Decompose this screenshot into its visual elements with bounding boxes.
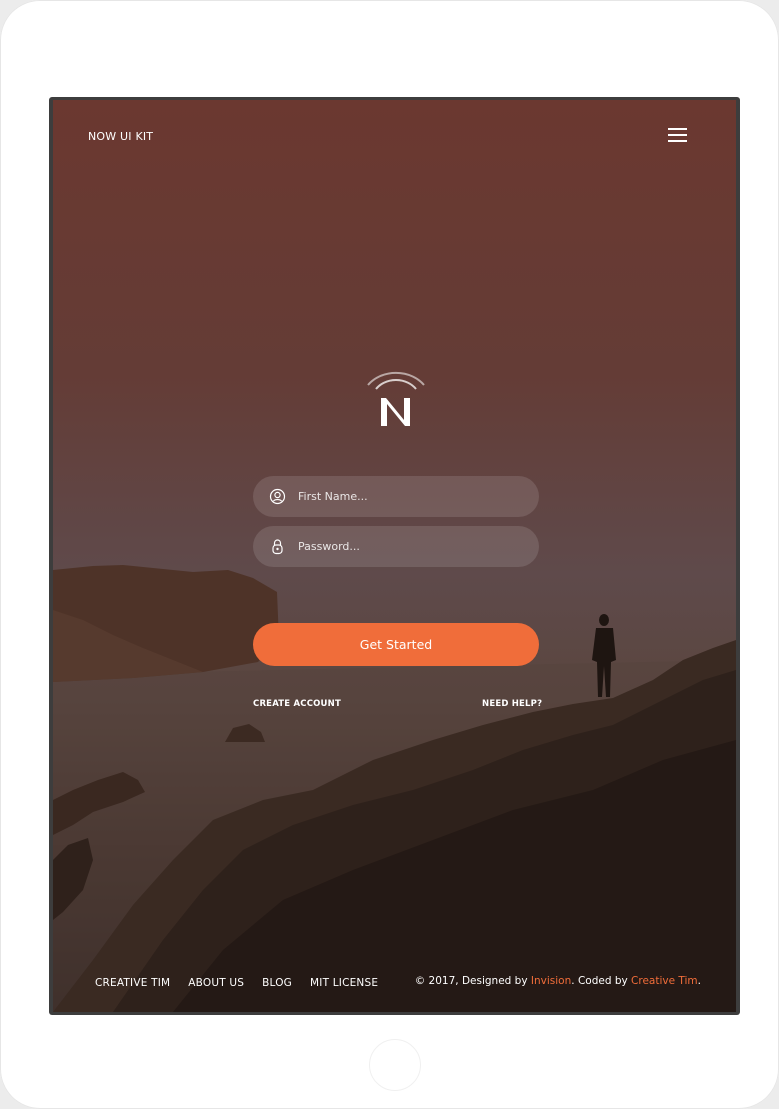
device-home-button bbox=[369, 1039, 421, 1091]
navbar-brand[interactable]: NOW UI KIT bbox=[88, 130, 153, 143]
user-circle-icon bbox=[269, 488, 286, 505]
tablet-device: NOW UI KIT First Name... Get Started CRE… bbox=[0, 0, 779, 1109]
creative-tim-link[interactable]: Creative Tim bbox=[631, 975, 698, 987]
get-started-button[interactable]: Get Started bbox=[253, 623, 539, 666]
footer-nav: CREATIVE TIM ABOUT US BLOG MIT LICENSE bbox=[95, 977, 396, 989]
login-page-screen: NOW UI KIT First Name... Get Started CRE… bbox=[53, 100, 736, 1012]
copyright-end: . bbox=[697, 975, 701, 987]
footer-link-blog[interactable]: BLOG bbox=[262, 977, 292, 989]
first-name-field[interactable] bbox=[253, 476, 539, 517]
first-name-input[interactable] bbox=[298, 476, 528, 517]
copyright-prefix: © 2017, Designed by bbox=[414, 975, 528, 987]
footer-link-creative-tim[interactable]: CREATIVE TIM bbox=[95, 977, 170, 989]
need-help-link[interactable]: NEED HELP? bbox=[482, 699, 542, 709]
footer-link-mit-license[interactable]: MIT LICENSE bbox=[310, 977, 378, 989]
now-ui-logo-icon bbox=[367, 371, 425, 426]
password-field[interactable] bbox=[253, 526, 539, 567]
lock-icon bbox=[272, 539, 283, 555]
hamburger-menu-icon[interactable] bbox=[665, 125, 689, 145]
create-account-link[interactable]: CREATE ACCOUNT bbox=[253, 699, 341, 709]
tablet-screen-bezel: NOW UI KIT First Name... Get Started CRE… bbox=[49, 97, 740, 1015]
coded-by-text: . Coded by bbox=[571, 975, 628, 987]
copyright-text: © 2017, Designed by Invision. Coded by C… bbox=[415, 975, 701, 987]
footer-link-about-us[interactable]: ABOUT US bbox=[188, 977, 244, 989]
invision-link[interactable]: Invision bbox=[531, 975, 571, 987]
password-input[interactable] bbox=[298, 526, 528, 567]
